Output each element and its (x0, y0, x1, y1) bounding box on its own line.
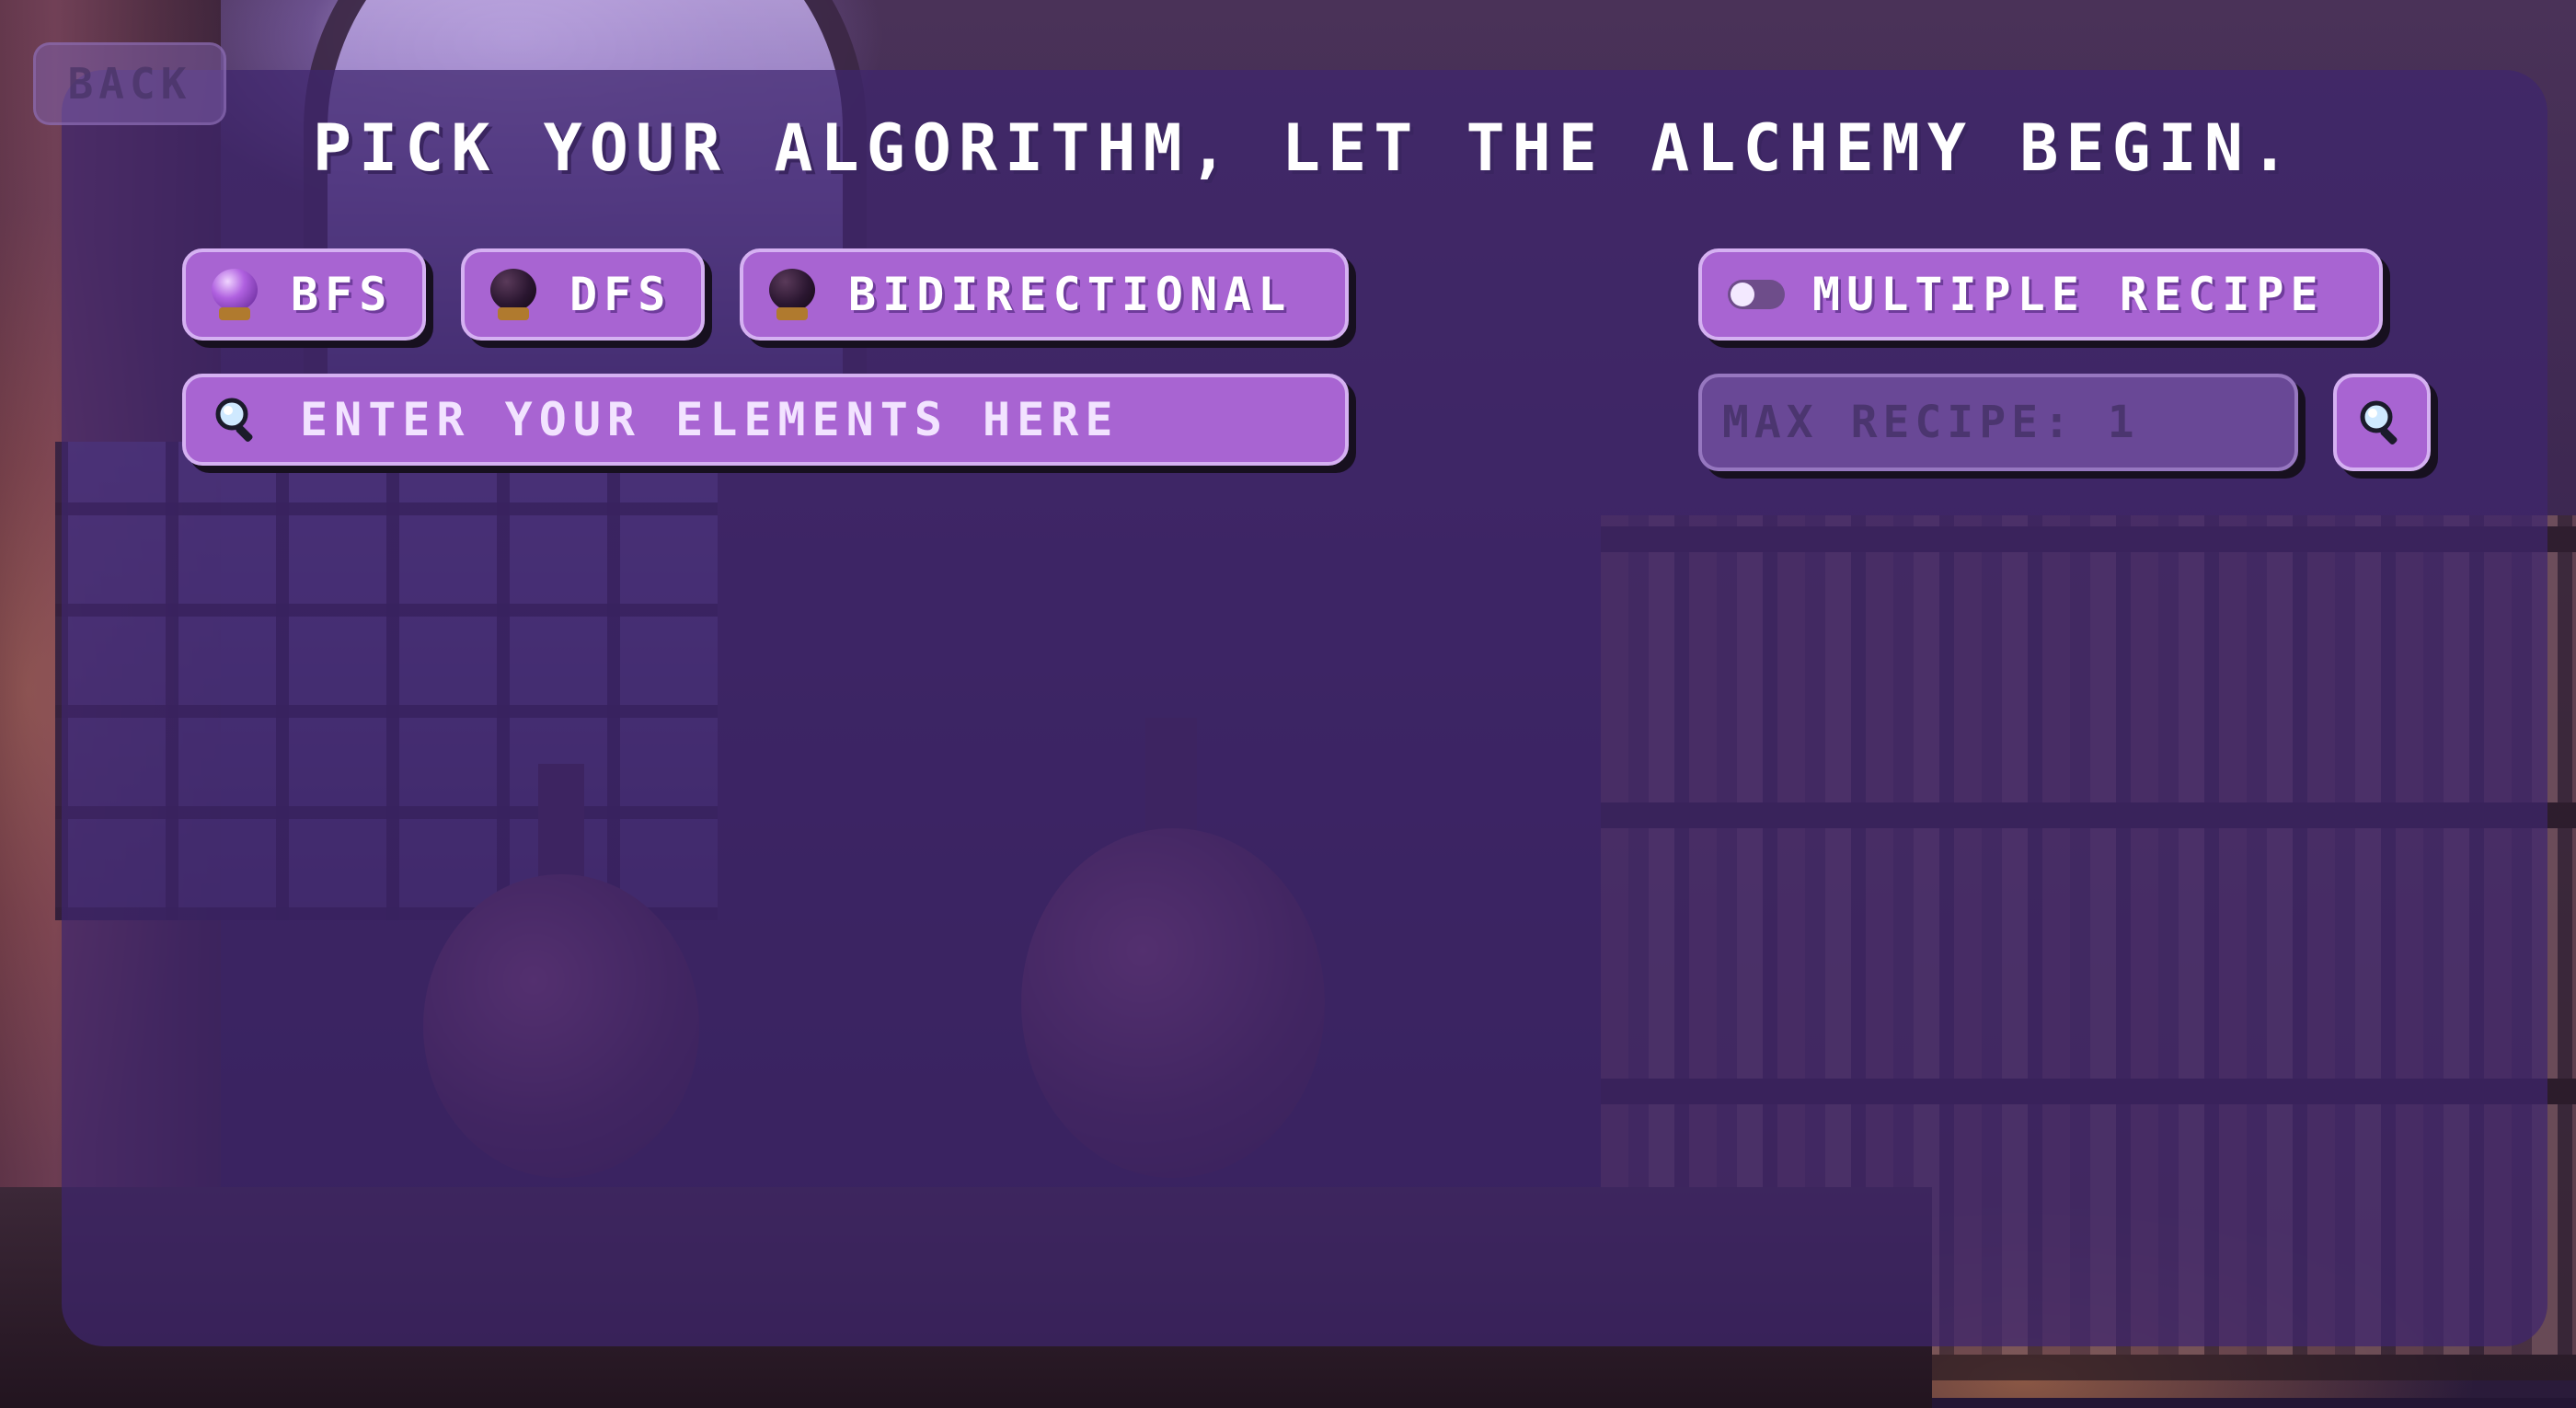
crystal-ball-icon (490, 269, 536, 320)
toggle-switch-icon[interactable] (1728, 280, 1785, 309)
multiple-recipe-toggle[interactable]: MULTIPLE RECIPE (1698, 248, 2383, 340)
max-recipe-input[interactable] (1722, 386, 2294, 459)
page-title: PICK YOUR ALGORITHM, LET THE ALCHEMY BEG… (312, 110, 2297, 186)
max-recipe-field[interactable] (1698, 374, 2298, 471)
element-search-input[interactable] (300, 383, 1345, 456)
search-icon (2360, 400, 2398, 445)
back-button-label: BACK (67, 59, 192, 109)
algorithm-bidirectional-button[interactable]: BIDIRECTIONAL (740, 248, 1349, 340)
algorithm-dfs-label: DFS (569, 268, 673, 321)
crystal-ball-icon (769, 269, 815, 320)
algorithm-bfs-button[interactable]: BFS (182, 248, 426, 340)
multiple-recipe-label: MULTIPLE RECIPE (1812, 268, 2325, 321)
search-icon (212, 394, 263, 445)
algorithm-dfs-button[interactable]: DFS (461, 248, 705, 340)
element-search-field[interactable] (182, 374, 1349, 466)
algorithm-bfs-label: BFS (291, 268, 394, 321)
search-button[interactable] (2333, 374, 2431, 471)
algorithm-bidirectional-label: BIDIRECTIONAL (848, 268, 1293, 321)
crystal-ball-icon (212, 269, 258, 320)
